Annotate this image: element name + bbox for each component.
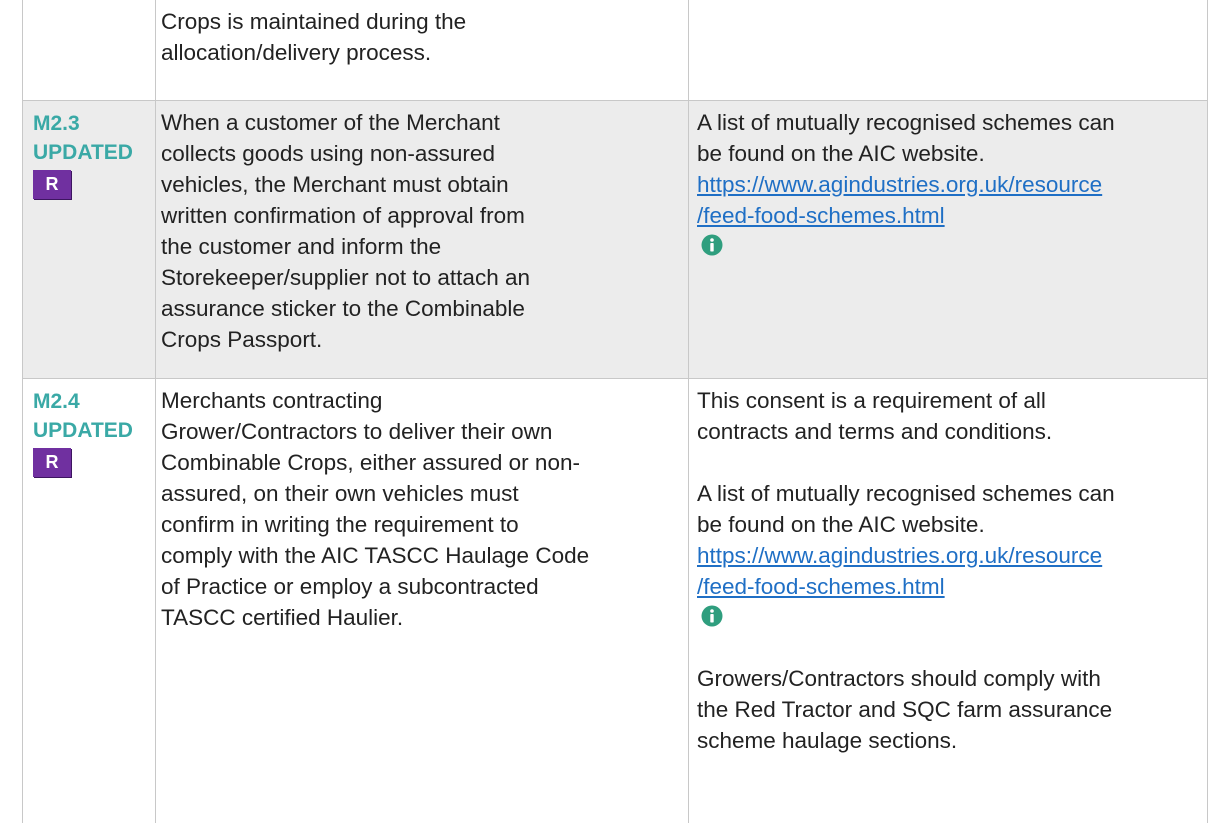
- guidance-intro: A list of mutually recognised schemes ca…: [697, 480, 1115, 537]
- guidance-intro: A list of mutually recognised schemes ca…: [697, 109, 1115, 166]
- requirement-text: Crops is maintained during the allocatio…: [161, 9, 467, 65]
- link-line-1: https://www.agindustries.org.uk/resource: [697, 171, 1103, 197]
- ref-cell: M2.4 UPDATED R: [22, 377, 156, 823]
- guidance-consent: This consent is a requirement of all con…: [697, 387, 1053, 444]
- requirements-table: Crops is maintained during the allocatio…: [22, 0, 1208, 823]
- table-row: Crops is maintained during the allocatio…: [22, 0, 1208, 100]
- link-line-1: https://www.agindustries.org.uk/resource: [697, 542, 1103, 568]
- aic-website-link[interactable]: https://www.agindustries.org.uk/resource…: [697, 169, 1199, 231]
- status-badge: R: [33, 447, 71, 477]
- table-row: M2.3 UPDATED R When a customer of the Me…: [22, 99, 1208, 378]
- guidance-cell: A list of mutually recognised schemes ca…: [688, 99, 1208, 378]
- status-label: UPDATED: [33, 418, 133, 442]
- guidance-growers: Growers/Contractors should comply with t…: [697, 665, 1113, 753]
- link-line-2: /feed-food-schemes.html: [697, 573, 945, 599]
- requirement-cell: Crops is maintained during the allocatio…: [155, 0, 689, 100]
- table-row: M2.4 UPDATED R Merchants contracting Gro…: [22, 377, 1208, 823]
- link-line-2: /feed-food-schemes.html: [697, 202, 945, 228]
- status-badge: R: [33, 169, 71, 199]
- status-label: UPDATED: [33, 140, 133, 164]
- aic-website-link[interactable]: https://www.agindustries.org.uk/resource…: [697, 540, 1199, 602]
- ref-cell: M2.3 UPDATED R: [22, 99, 156, 378]
- requirement-code: M2.4: [33, 389, 80, 413]
- ref-cell: [22, 0, 156, 100]
- info-icon[interactable]: [701, 605, 723, 627]
- requirement-text: When a customer of the Merchant collects…: [161, 109, 530, 352]
- requirement-code: M2.3: [33, 111, 80, 135]
- requirement-cell: When a customer of the Merchant collects…: [155, 99, 689, 378]
- guidance-cell: [688, 0, 1208, 100]
- requirement-cell: Merchants contracting Grower/Contractors…: [155, 377, 689, 823]
- info-icon[interactable]: [701, 234, 723, 256]
- guidance-cell: This consent is a requirement of all con…: [688, 377, 1208, 823]
- requirement-text: Merchants contracting Grower/Contractors…: [161, 387, 590, 630]
